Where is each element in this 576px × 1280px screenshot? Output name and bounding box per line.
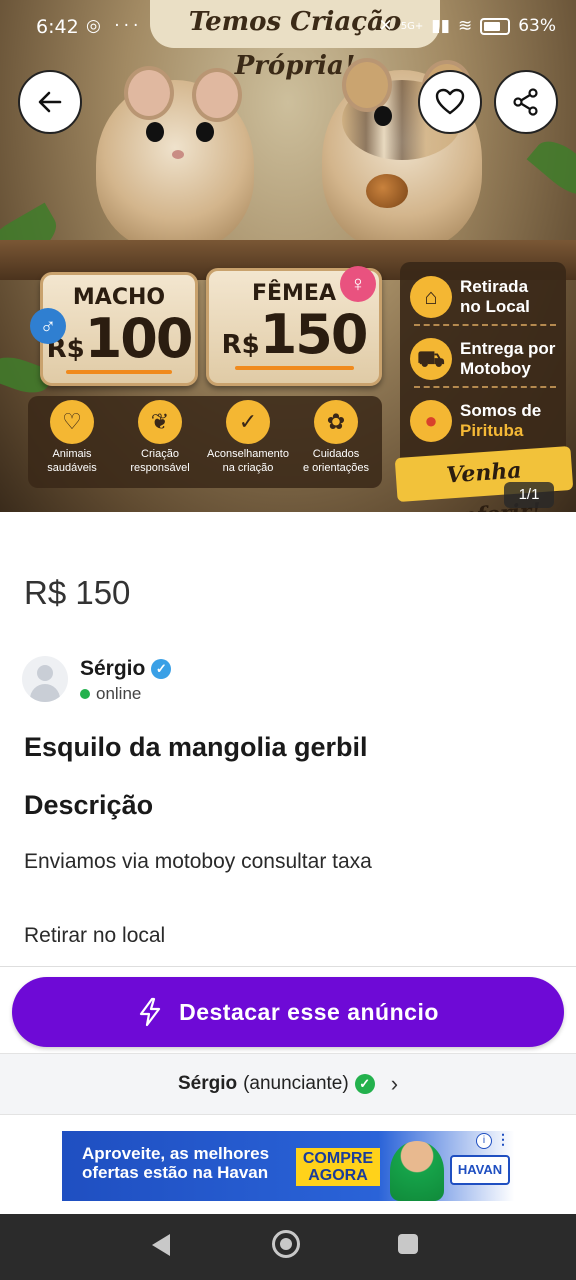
info-line: Somos de bbox=[460, 401, 542, 421]
nav-recents-icon[interactable] bbox=[398, 1234, 418, 1254]
info-pickup: ⌂ Retirada no Local bbox=[410, 266, 560, 328]
photo-counter: 1/1 bbox=[504, 482, 554, 508]
chevron-right-icon: › bbox=[390, 1071, 399, 1096]
status-right: ✕ 5G+ ▮▮ ≋ 63% bbox=[378, 16, 556, 36]
seller-bar-role: (anunciante) bbox=[243, 1073, 349, 1094]
feature-line: na criação bbox=[222, 461, 274, 474]
paw-icon: ✿ bbox=[314, 400, 358, 444]
heart-icon bbox=[435, 88, 465, 115]
ad-person-image bbox=[390, 1141, 444, 1201]
divider bbox=[0, 966, 576, 967]
info-line: Motoboy bbox=[460, 359, 531, 378]
check-circle-icon: ✓ bbox=[354, 1074, 375, 1094]
ad-cta-line: AGORA bbox=[308, 1167, 368, 1184]
feature-line: Criação bbox=[141, 448, 179, 460]
nav-home-icon[interactable] bbox=[272, 1230, 300, 1258]
listing-title: Esquilo da mangolia gerbil bbox=[24, 732, 368, 762]
favorite-button[interactable] bbox=[418, 70, 482, 134]
wifi-icon: ≋ bbox=[457, 16, 473, 36]
network-label: 5G+ bbox=[400, 20, 424, 32]
divider bbox=[414, 324, 556, 326]
feature-line: responsável bbox=[130, 461, 190, 474]
havan-logo: HAVAN bbox=[450, 1155, 510, 1185]
online-label: online bbox=[96, 684, 142, 703]
feature-line: Animais bbox=[52, 448, 92, 460]
description-text: Enviamos via motoboy consultar taxa bbox=[24, 850, 372, 873]
lightning-icon bbox=[139, 997, 161, 1027]
listing-photo[interactable]: Temos Criação Própria! MACHO R$100 ♂ FÊM… bbox=[0, 0, 576, 512]
nav-back-icon[interactable] bbox=[152, 1234, 170, 1256]
info-location: ● Somos de Pirituba bbox=[410, 390, 560, 452]
highlight-ad-label: Destacar esse anúncio bbox=[179, 998, 439, 1025]
feature-advice: ✓ Aconselhamento na criação bbox=[204, 400, 292, 476]
info-line: no Local bbox=[460, 297, 530, 316]
feature-care: ✿ Cuidados e orientações bbox=[292, 400, 380, 476]
ad-line: Aproveite, as melhores bbox=[82, 1144, 270, 1163]
mute-icon: ✕ bbox=[378, 16, 393, 36]
seller-name: Sérgio bbox=[80, 657, 146, 680]
share-button[interactable] bbox=[494, 70, 558, 134]
verified-badge-icon: ✓ bbox=[151, 659, 172, 679]
notification-icons: ◎ ··· bbox=[86, 16, 143, 36]
arrow-left-icon bbox=[38, 91, 62, 113]
female-amount: 150 bbox=[259, 303, 369, 366]
description-heading: Descrição bbox=[24, 790, 154, 820]
feature-line: Cuidados bbox=[312, 448, 360, 460]
feature-line: e orientações bbox=[302, 461, 370, 474]
share-icon bbox=[513, 88, 538, 116]
signal-icon: ▮▮ bbox=[431, 16, 450, 36]
leaf-icon: ❦ bbox=[138, 400, 182, 444]
feature-line: saudáveis bbox=[47, 461, 97, 474]
feature-line: Aconselhamento bbox=[207, 448, 289, 460]
check-icon: ✓ bbox=[226, 400, 270, 444]
description-text: Retirar no local bbox=[24, 924, 166, 947]
ad-more-icon[interactable]: ⋮ bbox=[496, 1131, 510, 1148]
listing-price: R$ 150 bbox=[24, 574, 131, 611]
divider bbox=[414, 386, 556, 388]
ad-info-icon[interactable]: i bbox=[476, 1133, 492, 1149]
info-line: Pirituba bbox=[460, 421, 524, 440]
ad-cta-line: COMPRE bbox=[302, 1150, 374, 1167]
feature-responsible: ❦ Criação responsável bbox=[116, 400, 204, 476]
seller-info[interactable]: Sérgio ✓ bbox=[80, 657, 172, 681]
status-bar: 6:42 ◎ ··· ✕ 5G+ ▮▮ ≋ 63% bbox=[0, 0, 576, 56]
highlight-ad-button[interactable]: Destacar esse anúncio bbox=[12, 977, 564, 1047]
seller-online-status: online bbox=[80, 684, 141, 704]
info-line: Entrega por bbox=[460, 339, 556, 359]
house-icon: ⌂ bbox=[410, 276, 452, 318]
advertisement-banner[interactable]: Aproveite, as melhores ofertas estão na … bbox=[62, 1131, 514, 1201]
info-delivery: ⛟ Entrega por Motoboy bbox=[410, 328, 560, 390]
leaf-decoration bbox=[526, 131, 576, 205]
female-currency: R$ bbox=[221, 330, 260, 360]
battery-level: 63% bbox=[518, 16, 556, 36]
female-symbol-icon: ♀ bbox=[340, 266, 376, 302]
map-pin-icon: ● bbox=[410, 400, 452, 442]
ad-cta[interactable]: COMPRE AGORA bbox=[296, 1148, 380, 1186]
back-button[interactable] bbox=[18, 70, 82, 134]
motorcycle-icon: ⛟ bbox=[410, 338, 452, 380]
seller-bar-name: Sérgio bbox=[177, 1073, 238, 1094]
feature-healthy: ♡ Animais saudáveis bbox=[28, 400, 116, 476]
male-symbol-icon: ♂ bbox=[30, 308, 66, 344]
features-strip: ♡ Animais saudáveis ❦ Criação responsáve… bbox=[28, 396, 382, 488]
avatar[interactable] bbox=[22, 656, 68, 702]
heart-hand-icon: ♡ bbox=[50, 400, 94, 444]
info-line: Retirada bbox=[460, 277, 529, 297]
battery-icon bbox=[480, 17, 511, 35]
male-amount: 100 bbox=[84, 307, 194, 370]
online-dot-icon bbox=[80, 689, 90, 699]
gerbil-illustration bbox=[96, 66, 254, 250]
ad-text: Aproveite, as melhores ofertas estão na … bbox=[82, 1144, 270, 1182]
status-time: 6:42 bbox=[36, 16, 79, 38]
seller-profile-link[interactable]: Sérgio (anunciante) ✓ › bbox=[0, 1053, 576, 1115]
ad-line: ofertas estão na Havan bbox=[82, 1162, 269, 1182]
